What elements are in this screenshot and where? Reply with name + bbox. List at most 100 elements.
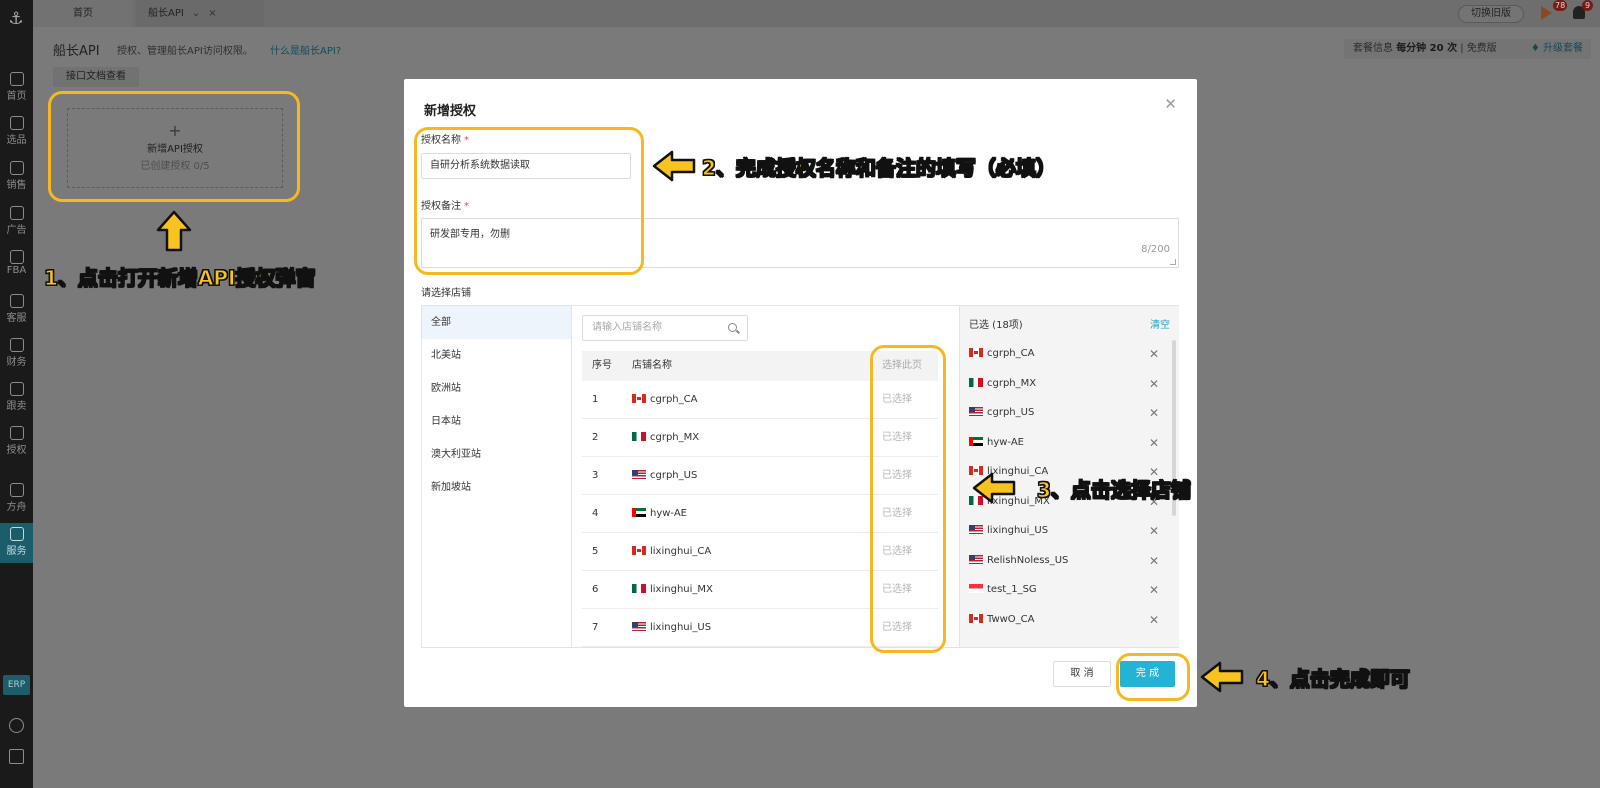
remove-icon[interactable]: ✕ bbox=[1149, 429, 1159, 457]
resize-handle[interactable] bbox=[1170, 259, 1176, 265]
arrow-left-icon bbox=[652, 150, 696, 182]
ark-icon bbox=[9, 483, 24, 497]
step1-annotation: 1、点击打开新增API授权弹窗 bbox=[44, 266, 316, 291]
region-item[interactable]: 全部 bbox=[422, 306, 571, 339]
selected-item: cgrph_US ✕ bbox=[969, 399, 1171, 427]
package-info: 套餐信息 每分钟 20 次 | 免费版 ♦ 升级套餐 bbox=[1344, 39, 1591, 59]
row-shop: cgrph_MX bbox=[632, 419, 699, 457]
chevron-down-icon[interactable]: ⌄ bbox=[192, 8, 200, 19]
tab-home[interactable]: 首页 bbox=[33, 0, 133, 27]
region-item[interactable]: 新加坡站 bbox=[422, 471, 571, 504]
region-item[interactable]: 日本站 bbox=[422, 405, 571, 438]
sidebar-item-label: 首页 bbox=[6, 91, 27, 102]
sidebar-item-8[interactable]: 授权 bbox=[0, 422, 33, 462]
page-title: 船长API bbox=[53, 44, 100, 59]
row-index: 7 bbox=[592, 622, 599, 633]
remove-icon[interactable]: ✕ bbox=[1149, 399, 1159, 427]
erp-button[interactable]: ERP bbox=[3, 675, 30, 695]
flag-icon bbox=[632, 394, 646, 403]
remove-icon[interactable]: ✕ bbox=[1149, 370, 1159, 398]
step2-annotation: 2、完成授权名称和备注的填写（必填） bbox=[702, 156, 1057, 181]
sidebar-item-5[interactable]: 客服 bbox=[0, 290, 33, 330]
remove-icon[interactable]: ✕ bbox=[1149, 547, 1159, 575]
sidebar-item-label: 广告 bbox=[6, 225, 27, 236]
col-name: 店铺名称 bbox=[632, 360, 672, 371]
dialog-title: 新增授权 bbox=[424, 104, 477, 119]
sidebar-item-0[interactable]: 首页 bbox=[0, 68, 33, 108]
sidebar-item-4[interactable]: FBA bbox=[0, 246, 33, 286]
remove-icon[interactable]: ✕ bbox=[1149, 606, 1159, 634]
remove-icon[interactable]: ✕ bbox=[1149, 517, 1159, 545]
sidebar-item-label: 选品 bbox=[6, 135, 27, 146]
col-index: 序号 bbox=[592, 360, 612, 371]
row-index: 1 bbox=[592, 394, 599, 405]
selected-item: test_1_SG ✕ bbox=[969, 576, 1171, 604]
sidebar-item-label: 服务 bbox=[6, 546, 27, 557]
region-item[interactable]: 北美站 bbox=[422, 339, 571, 372]
row-index: 6 bbox=[592, 584, 599, 595]
help-icon[interactable] bbox=[9, 718, 24, 733]
chart-icon bbox=[9, 161, 24, 175]
flag-icon bbox=[632, 622, 646, 631]
warehouse-icon bbox=[9, 250, 24, 264]
close-icon[interactable]: ✕ bbox=[1164, 95, 1177, 113]
flag-icon bbox=[969, 436, 983, 446]
flag-icon bbox=[632, 508, 646, 517]
clear-button[interactable]: 清空 bbox=[1150, 316, 1170, 331]
shop-search-input[interactable]: 请输入店铺名称 bbox=[582, 315, 748, 341]
row-index: 5 bbox=[592, 546, 599, 557]
row-shop: hyw-AE bbox=[632, 495, 687, 533]
cancel-button[interactable]: 取 消 bbox=[1053, 661, 1111, 687]
close-icon[interactable]: × bbox=[208, 8, 216, 19]
row-shop: lixinghui_CA bbox=[632, 533, 711, 571]
pie-icon bbox=[9, 382, 24, 396]
logo-icon[interactable]: ⚓ bbox=[5, 8, 27, 30]
arrow-up-icon bbox=[156, 210, 192, 252]
sidebar: ⚓ 首页选品销售广告 FBA 客服财务跟卖授权方舟服务 ERP bbox=[0, 0, 33, 788]
region-item[interactable]: 欧洲站 bbox=[422, 372, 571, 405]
region-item[interactable]: 澳大利亚站 bbox=[422, 438, 571, 471]
search-icon[interactable] bbox=[728, 323, 737, 332]
row-shop: cgrph_CA bbox=[632, 381, 697, 419]
arrow-left-icon bbox=[972, 472, 1016, 504]
sidebar-item-9[interactable]: 方舟 bbox=[0, 479, 33, 519]
selected-count: 已选 (18项) bbox=[969, 320, 1023, 331]
sidebar-item-10[interactable]: 服务 bbox=[0, 523, 33, 563]
gift-icon[interactable] bbox=[9, 749, 24, 764]
flag-icon[interactable] bbox=[1541, 6, 1552, 20]
remove-icon[interactable]: ✕ bbox=[1149, 340, 1159, 368]
step4-annotation: 4、点击完成即可 bbox=[1256, 667, 1411, 692]
sidebar-item-3[interactable]: 广告 bbox=[0, 202, 33, 242]
sidebar-item-7[interactable]: 跟卖 bbox=[0, 378, 33, 418]
sidebar-item-label: 财务 bbox=[6, 357, 27, 368]
selected-item: cgrph_MX ✕ bbox=[969, 370, 1171, 398]
upgrade-package-link[interactable]: ♦ 升级套餐 bbox=[1531, 39, 1583, 59]
flag-icon bbox=[632, 584, 646, 593]
remove-icon[interactable]: ✕ bbox=[1149, 576, 1159, 604]
sidebar-item-6[interactable]: 财务 bbox=[0, 334, 33, 374]
sidebar-item-label: FBA bbox=[6, 265, 27, 276]
selected-item: TwwO_CA ✕ bbox=[969, 606, 1171, 634]
highlight-done-button bbox=[1116, 653, 1190, 701]
sidebar-item-2[interactable]: 销售 bbox=[0, 157, 33, 197]
ad-icon bbox=[9, 206, 24, 220]
sidebar-item-label: 跟卖 bbox=[6, 401, 27, 412]
row-shop: lixinghui_MX bbox=[632, 571, 713, 609]
remark-counter: 8/200 bbox=[1141, 244, 1170, 255]
api-doc-tab[interactable]: 接口文档查看 bbox=[53, 67, 139, 87]
flag-icon bbox=[969, 348, 983, 357]
flag-icon bbox=[969, 525, 983, 534]
row-index: 2 bbox=[592, 432, 599, 443]
shop-select-label: 请选择店铺 bbox=[421, 288, 471, 299]
row-index: 4 bbox=[592, 508, 599, 519]
switch-old-version-button[interactable]: 切换旧版 bbox=[1458, 5, 1524, 23]
sidebar-item-1[interactable]: 选品 bbox=[0, 112, 33, 152]
tab-captain-api[interactable]: 船长API ⌄ × bbox=[136, 0, 264, 27]
flag-icon bbox=[969, 613, 983, 623]
what-is-api-link[interactable]: 什么是船长API? bbox=[270, 42, 341, 57]
highlight-name-remark bbox=[414, 127, 644, 275]
row-shop: lixinghui_US bbox=[632, 609, 711, 647]
flag-icon bbox=[969, 407, 983, 416]
flag-icon bbox=[632, 470, 646, 479]
page-description: 授权、管理船长API访问权限。 bbox=[117, 46, 253, 57]
